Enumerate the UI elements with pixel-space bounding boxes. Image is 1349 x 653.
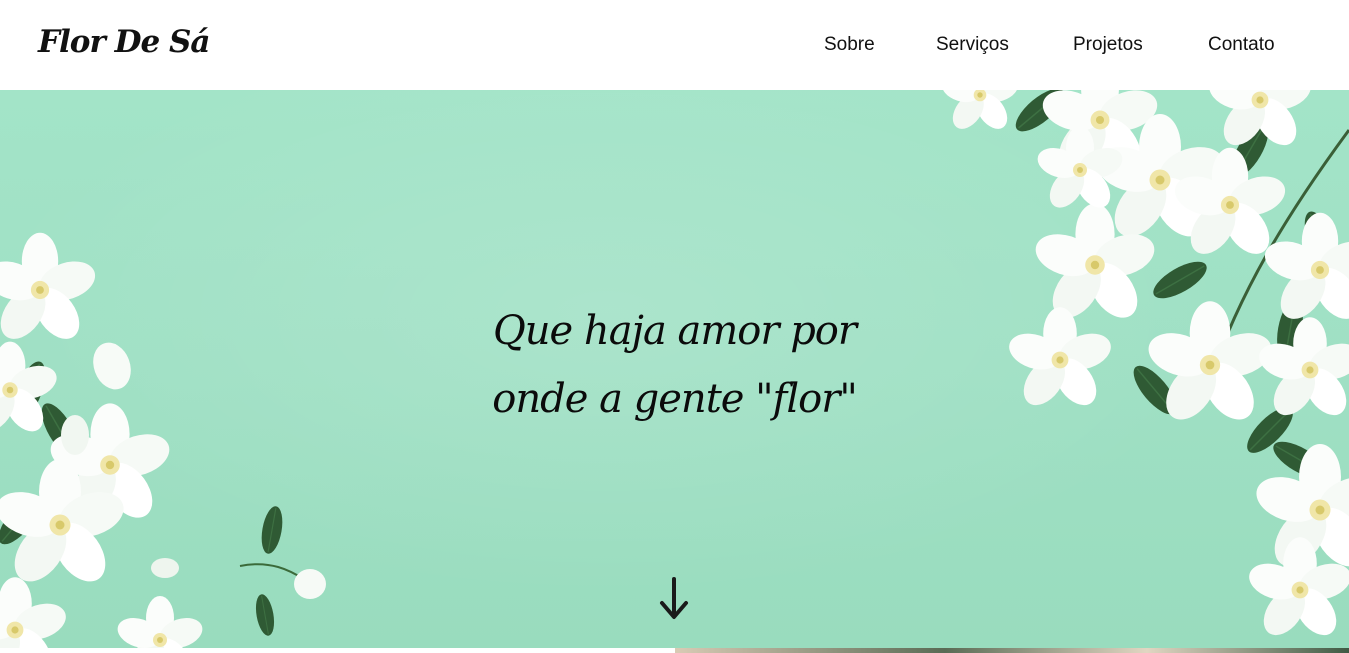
jasmine-flowers-image <box>0 90 1349 648</box>
hero-section: Que haja amor por onde a gente "flor" <box>0 90 1349 648</box>
nav-link-projetos[interactable]: Projetos <box>1073 34 1143 56</box>
header: Flor De Sá Sobre Serviços Projetos Conta… <box>0 0 1349 90</box>
nav-link-sobre[interactable]: Sobre <box>824 34 875 56</box>
nav-link-servicos[interactable]: Serviços <box>936 34 1009 56</box>
hero-headline-line2: onde a gente "flor" <box>492 376 858 422</box>
nav-link-contato[interactable]: Contato <box>1208 34 1275 56</box>
main-nav: Sobre Serviços Projetos Contato <box>0 34 1349 58</box>
next-section-preview <box>675 648 1349 653</box>
arrow-down-icon[interactable] <box>656 575 692 623</box>
hero-headline-line1: Que haja amor por <box>492 308 857 354</box>
